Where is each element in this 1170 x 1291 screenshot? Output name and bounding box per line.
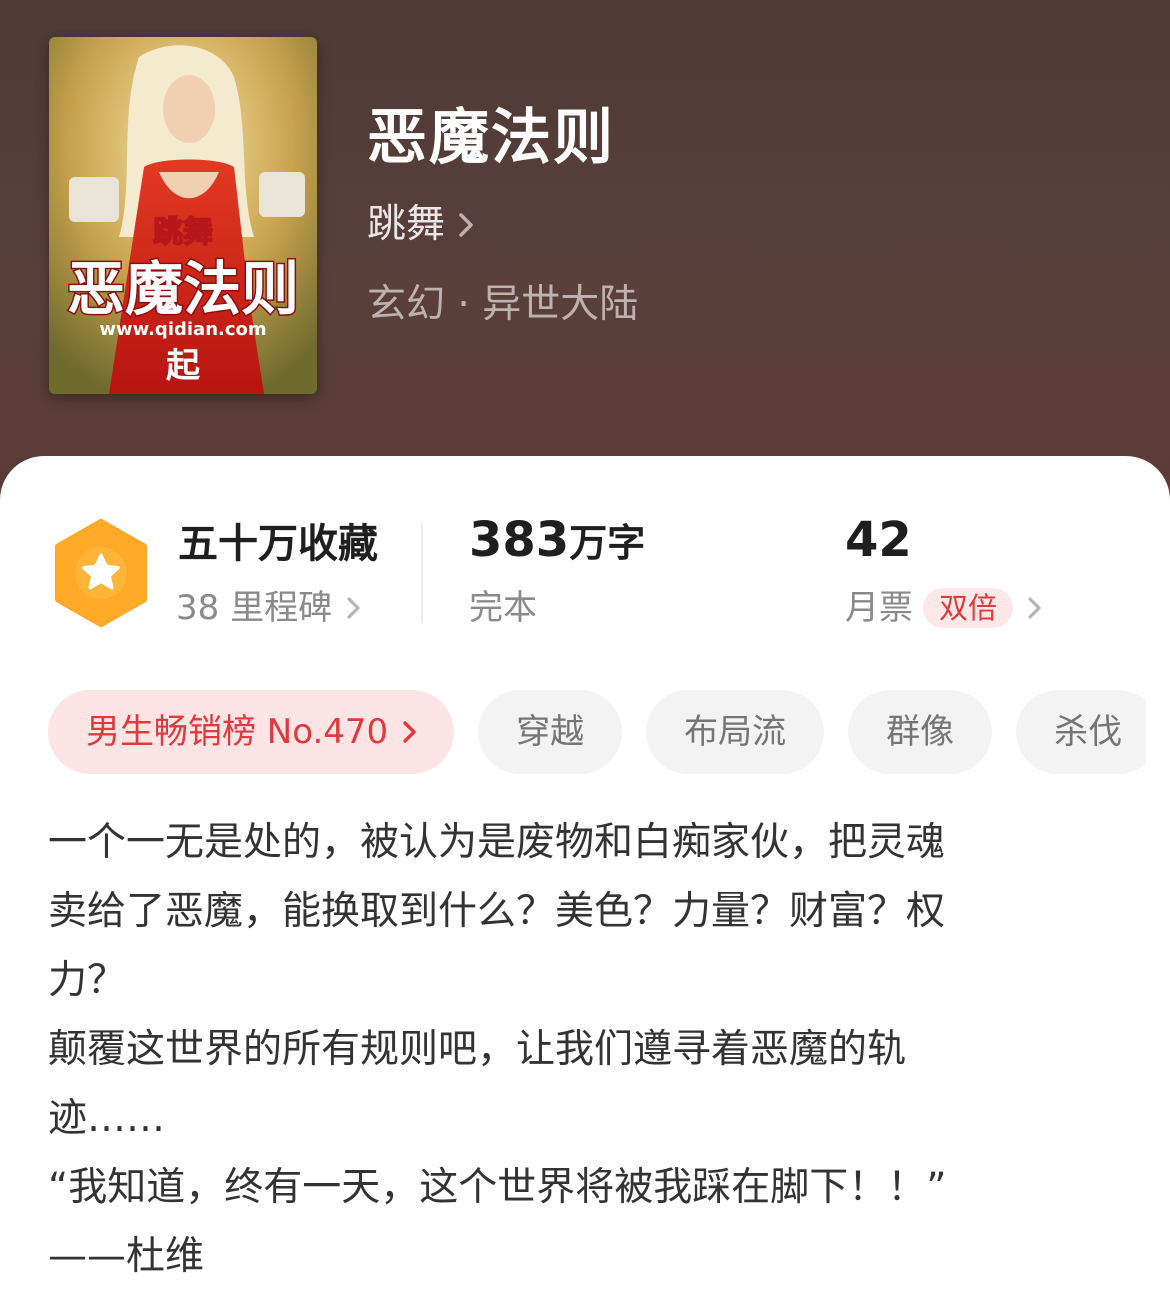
completion-status: 完本	[469, 588, 537, 628]
cover-url-text: www.qidian.com	[99, 319, 266, 340]
rank-tag[interactable]: 男生畅销榜 No.470	[48, 690, 455, 774]
chevron-right-icon	[457, 211, 475, 239]
tag-chip[interactable]: 穿越	[478, 690, 623, 774]
cover-artwork: 跳舞 恶魔法则 www.qidian.com 起	[49, 37, 317, 394]
cover-logo-text: 起	[166, 346, 201, 386]
monthly-ticket-link[interactable]: 月票 双倍	[845, 586, 1043, 630]
tag-chip[interactable]: 群像	[848, 690, 993, 774]
author-link[interactable]: 跳舞	[367, 200, 475, 250]
tag-chip[interactable]: 布局流	[646, 690, 825, 774]
star-badge-icon	[52, 519, 150, 627]
book-cover-image[interactable]: 跳舞 恶魔法则 www.qidian.com 起	[49, 37, 317, 394]
book-header: 跳舞 恶魔法则 www.qidian.com 起 恶魔法则 跳舞 玄幻 · 异世…	[0, 0, 1170, 520]
double-badge: 双倍	[923, 588, 1014, 628]
tag-chip[interactable]: 杀伐	[1016, 690, 1146, 774]
book-genre[interactable]: 玄幻 · 异世大陆	[367, 280, 638, 330]
cover-author-text: 跳舞	[153, 215, 213, 250]
word-count-number: 383	[469, 512, 570, 568]
book-title: 恶魔法则	[367, 103, 615, 173]
chevron-right-icon	[346, 595, 362, 621]
stats-divider	[421, 523, 423, 623]
cover-title-text: 恶魔法则	[67, 255, 299, 323]
rank-label: 男生畅销榜 No.470	[86, 712, 389, 752]
monthly-ticket-number: 42	[845, 512, 912, 568]
monthly-ticket-count: 42	[845, 514, 912, 569]
author-name: 跳舞	[367, 202, 446, 247]
milestone-label: 38 里程碑	[176, 588, 333, 628]
chevron-right-icon	[402, 719, 418, 745]
monthly-ticket-label: 月票	[845, 588, 913, 628]
word-count: 383万字	[469, 514, 645, 569]
word-count-unit: 万字	[569, 521, 646, 565]
book-description: 一个一无是处的，被认为是废物和白痴家伙，把灵魂 卖给了恶魔，能换取到什么？美色？…	[48, 820, 947, 1279]
chevron-right-icon	[1027, 595, 1043, 621]
collection-title: 五十万收藏	[178, 521, 378, 567]
tag-list: 男生畅销榜 No.470 穿越 布局流 群像 杀伐	[48, 690, 1146, 774]
milestone-link[interactable]: 38 里程碑	[176, 586, 362, 630]
